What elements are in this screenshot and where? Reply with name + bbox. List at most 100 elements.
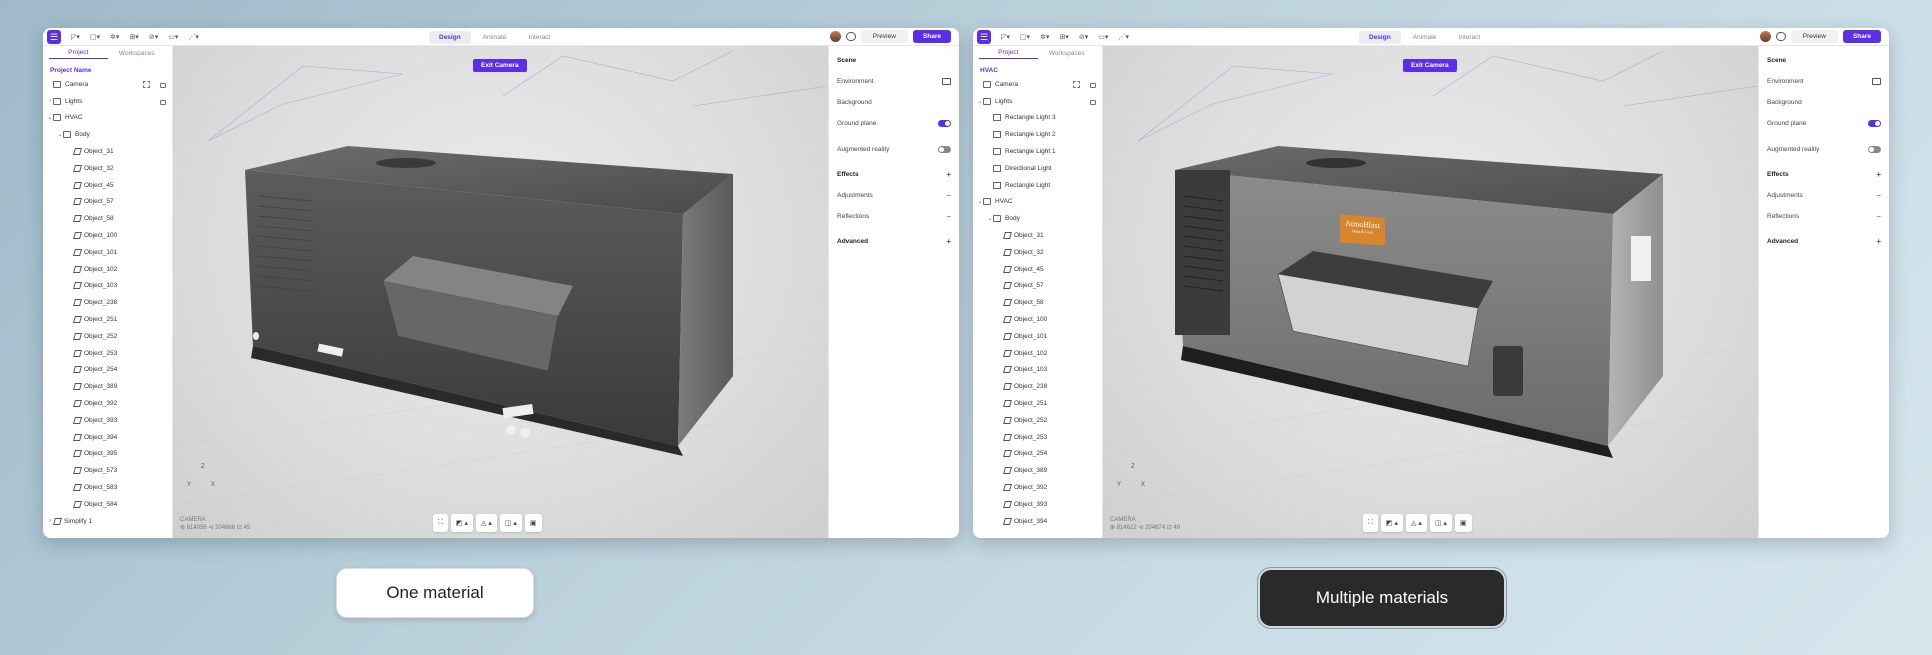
lighting-button[interactable]: ◬ ▴ — [1405, 514, 1427, 532]
add-effect-button[interactable]: + — [1876, 170, 1881, 179]
exit-camera-button[interactable]: Exit Camera — [1403, 59, 1457, 72]
tree-item-object-100[interactable]: Object_100 — [973, 311, 1102, 328]
3d-viewport[interactable]: Exit Camera Z Y X CAMERA ⊕ 814056 ⊲ 2046… — [173, 46, 828, 538]
tree-item-camera[interactable]: Camera — [43, 76, 172, 93]
tree-item-object-251[interactable]: Object_251 — [43, 311, 172, 328]
exit-camera-button[interactable]: Exit Camera — [473, 59, 527, 72]
tree-item-object-31[interactable]: Object_31 — [43, 143, 172, 160]
environment-icon[interactable] — [1872, 77, 1881, 85]
tree-item-object-583[interactable]: Object_583 — [43, 479, 172, 496]
tree-item-object-252[interactable]: Object_252 — [973, 412, 1102, 429]
project-name[interactable]: HVAC — [973, 62, 1102, 76]
add-advanced-button[interactable]: + — [1876, 237, 1881, 246]
avatar[interactable] — [829, 31, 841, 42]
shape-tool[interactable]: ⊞▾ — [129, 33, 138, 41]
share-button[interactable]: Share — [912, 30, 951, 43]
tree-item-hvac[interactable]: ⌄ HVAC — [43, 110, 172, 127]
environment-row[interactable]: Environment — [837, 75, 951, 87]
tree-item-object-103[interactable]: Object_103 — [973, 362, 1102, 379]
lock-icon[interactable] — [160, 99, 166, 105]
tree-item-object-32[interactable]: Object_32 — [973, 244, 1102, 261]
box-tool[interactable]: ▭▾ — [168, 33, 178, 41]
menu-icon[interactable]: ☰ — [977, 29, 991, 44]
3d-viewport[interactable]: AtmoBlast Heat & Cool Exit Camera Z Y X … — [1103, 46, 1758, 538]
render-mode-button[interactable]: ◩ ▴ — [1380, 514, 1403, 532]
augmented-reality-toggle[interactable] — [938, 145, 951, 153]
fit-view-button[interactable]: ⛶ — [433, 514, 448, 532]
share-button[interactable]: Share — [1842, 30, 1881, 43]
tree-item-simplify-1[interactable]: › Simplify 1 — [43, 513, 172, 530]
tree-item-object-32[interactable]: Object_32 — [43, 160, 172, 177]
tree-item-object-58[interactable]: Object_58 — [43, 210, 172, 227]
tree-item-object-253[interactable]: Object_253 — [43, 345, 172, 362]
tab-project[interactable]: Project — [49, 49, 108, 59]
background-row[interactable]: Background — [837, 96, 951, 108]
path-tool[interactable]: ⋰▾ — [1118, 33, 1129, 41]
tab-interact[interactable]: Interact — [519, 31, 561, 44]
environment-icon[interactable] — [942, 77, 951, 85]
tree-item-object-101[interactable]: Object_101 — [43, 244, 172, 261]
add-effect-button[interactable]: + — [946, 170, 951, 179]
fit-view-button[interactable]: ⛶ — [1363, 514, 1378, 532]
lighting-button[interactable]: ◬ ▴ — [475, 514, 497, 532]
tree-item-object-100[interactable]: Object_100 — [43, 227, 172, 244]
grid-button[interactable]: ◫ ▴ — [1429, 514, 1452, 532]
tree-item-body[interactable]: ⌄ Body — [43, 126, 172, 143]
tree-item-object-251[interactable]: Object_251 — [973, 395, 1102, 412]
tree-item-hvac[interactable]: ⌄ HVAC — [973, 194, 1102, 211]
tree-item-object-253[interactable]: Object_253 — [973, 429, 1102, 446]
frame-tool[interactable]: ▢▾ — [90, 33, 100, 41]
tree-item-object-238[interactable]: Object_238 — [973, 378, 1102, 395]
render-mode-button[interactable]: ◩ ▴ — [450, 514, 473, 532]
remove-reflections-button[interactable]: − — [1876, 212, 1881, 221]
remove-reflections-button[interactable]: − — [946, 212, 951, 221]
tree-item-object-238[interactable]: Object_238 — [43, 294, 172, 311]
path-tool[interactable]: ⋰▾ — [188, 33, 199, 41]
tree-item-object-45[interactable]: Object_45 — [973, 261, 1102, 278]
tree-item-object-393[interactable]: Object_393 — [43, 412, 172, 429]
add-advanced-button[interactable]: + — [946, 237, 951, 246]
tree-item-object-57[interactable]: Object_57 — [973, 278, 1102, 295]
background-row[interactable]: Background — [1767, 96, 1881, 108]
screenshot-button[interactable]: ▣ — [524, 514, 542, 532]
screenshot-button[interactable]: ▣ — [1454, 514, 1472, 532]
comment-icon[interactable] — [1775, 32, 1786, 41]
menu-icon[interactable]: ☰ — [47, 29, 61, 44]
tab-animate[interactable]: Animate — [1403, 31, 1447, 44]
project-name[interactable]: Project Name — [43, 62, 172, 76]
remove-adjustments-button[interactable]: − — [1876, 191, 1881, 200]
pen-tool[interactable]: ⊘▾ — [149, 33, 158, 41]
light-tool[interactable]: ✲▾ — [110, 33, 119, 41]
box-tool[interactable]: ▭▾ — [1098, 33, 1108, 41]
lock-icon[interactable] — [1090, 83, 1096, 88]
light-tool[interactable]: ✲▾ — [1040, 33, 1049, 41]
ground-plane-toggle[interactable] — [938, 119, 951, 127]
select-tool[interactable]: ◸▾ — [71, 33, 80, 41]
tab-animate[interactable]: Animate — [473, 31, 517, 44]
tree-item-object-392[interactable]: Object_392 — [973, 479, 1102, 496]
tree-item-rectangle-light-1[interactable]: Rectangle Light 1 — [973, 143, 1102, 160]
comment-icon[interactable] — [845, 32, 856, 41]
tree-item-object-389[interactable]: Object_389 — [973, 462, 1102, 479]
tree-item-body[interactable]: ⌄ Body — [973, 210, 1102, 227]
tree-item-object-252[interactable]: Object_252 — [43, 328, 172, 345]
augmented-reality-toggle[interactable] — [1868, 145, 1881, 153]
preview-button[interactable]: Preview — [1790, 30, 1838, 43]
tree-item-object-389[interactable]: Object_389 — [43, 378, 172, 395]
tree-item-object-103[interactable]: Object_103 — [43, 278, 172, 295]
focus-icon[interactable] — [143, 81, 150, 88]
tree-item-object-395[interactable]: Object_395 — [43, 446, 172, 463]
avatar[interactable] — [1759, 31, 1771, 42]
tab-project[interactable]: Project — [979, 49, 1038, 59]
tree-item-object-57[interactable]: Object_57 — [43, 194, 172, 211]
tree-item-object-254[interactable]: Object_254 — [973, 446, 1102, 463]
tab-design[interactable]: Design — [429, 31, 471, 44]
tree-item-rectangle-light[interactable]: Rectangle Light — [973, 177, 1102, 194]
lock-icon[interactable] — [1090, 99, 1096, 105]
grid-button[interactable]: ◫ ▴ — [499, 514, 522, 532]
select-tool[interactable]: ◸▾ — [1001, 33, 1010, 41]
ground-plane-toggle[interactable] — [1868, 119, 1881, 127]
tree-item-object-394[interactable]: Object_394 — [43, 429, 172, 446]
tree-item-object-573[interactable]: Object_573 — [43, 462, 172, 479]
tree-item-object-102[interactable]: Object_102 — [43, 261, 172, 278]
